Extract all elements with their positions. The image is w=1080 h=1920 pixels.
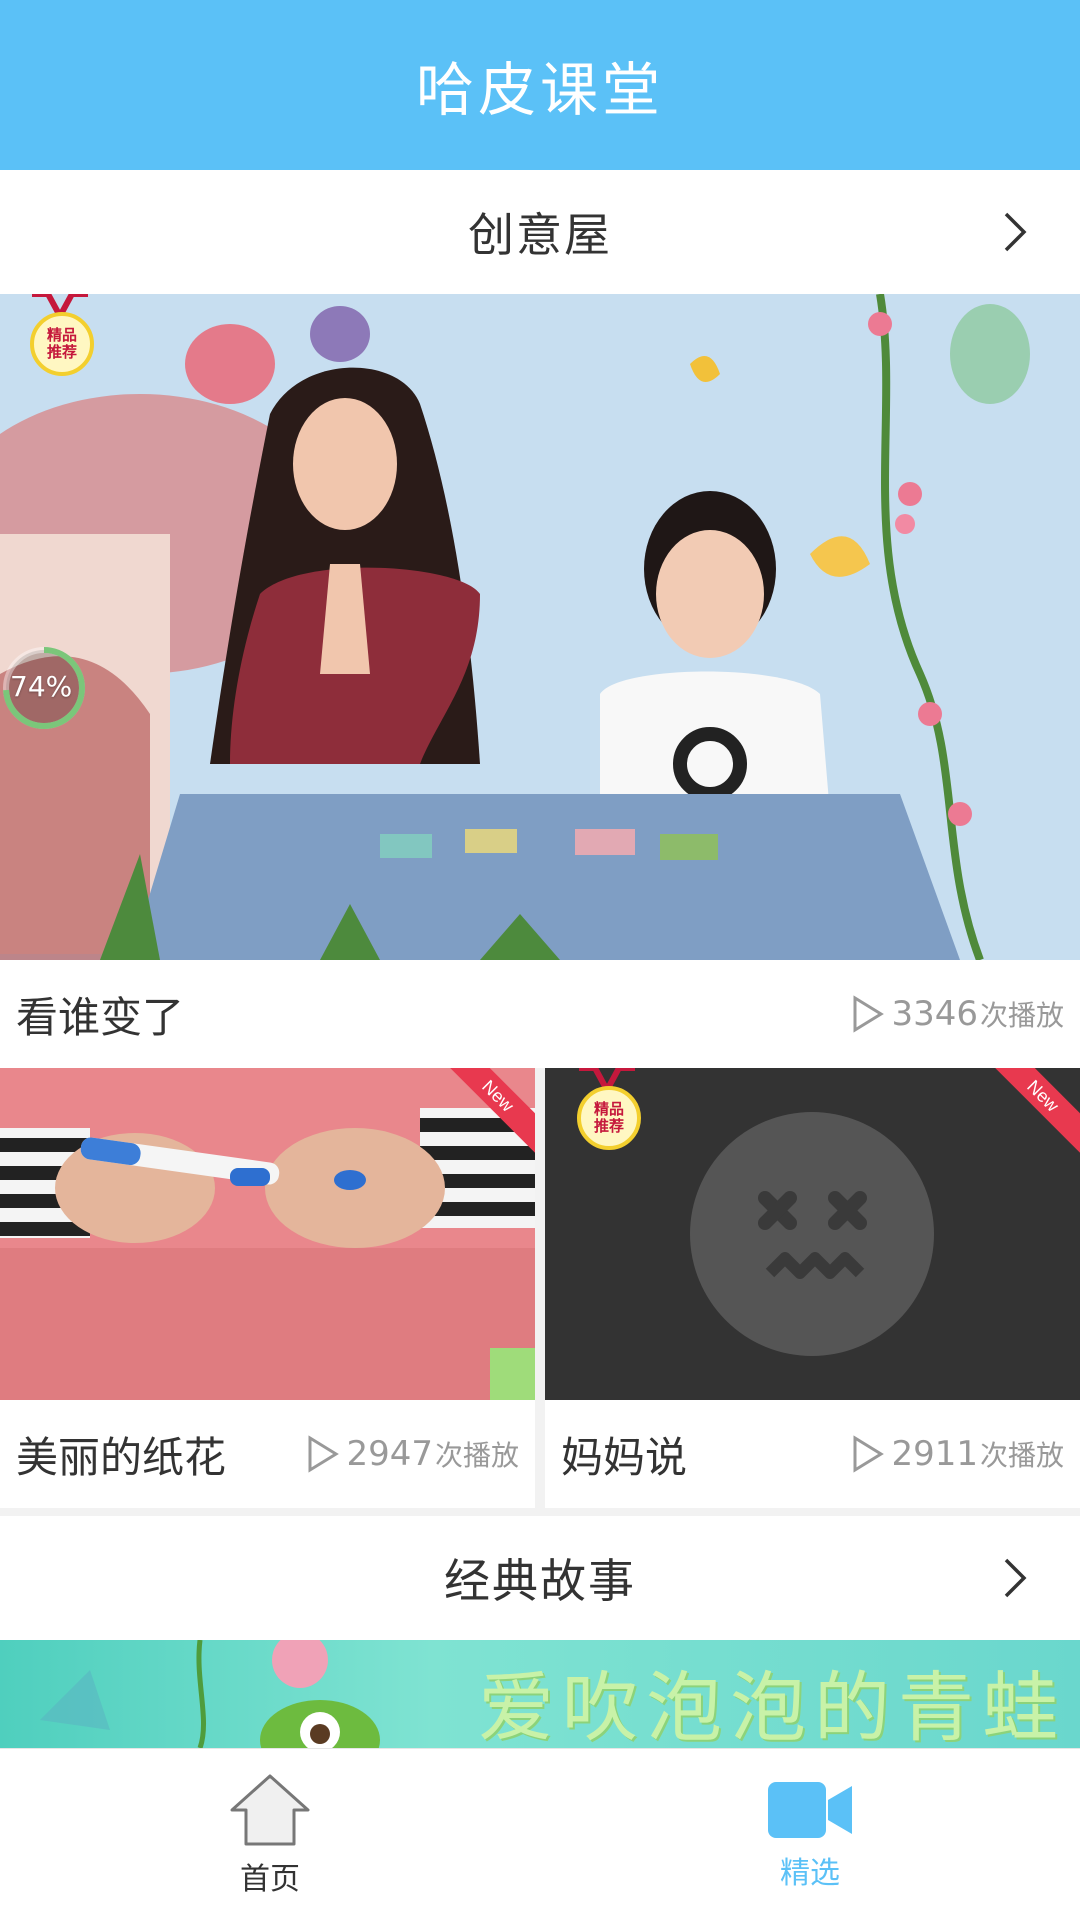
app-root: 哈皮课堂 创意屋 精品 推荐 74% 看谁变了 3346 次播放 New 精品 … <box>0 0 1080 1920</box>
section-title: 经典故事 <box>444 1554 636 1608</box>
video-title: 看谁变了 <box>16 992 185 1042</box>
app-header: 哈皮课堂 <box>0 0 1080 170</box>
bottom-nav: 首页 精选 <box>0 1748 1080 1920</box>
progress-text: 74% <box>10 670 73 703</box>
story-banner[interactable]: 爱吹泡泡的青蛙 <box>0 1640 1080 1748</box>
play-count: 3346 次播放 <box>851 994 1080 1034</box>
play-icon <box>308 1435 340 1473</box>
featured-badge: 精品 推荐 <box>577 1086 641 1150</box>
badge-line-1: 精品 <box>593 1100 624 1118</box>
featured-badge: 精品 推荐 <box>30 312 94 376</box>
card-thumbnail-paper-flower[interactable]: New <box>0 1068 535 1400</box>
card-info-paper-flower[interactable]: 美丽的纸花 2947 次播放 <box>0 1400 535 1508</box>
paper-flower-scene <box>0 1068 535 1400</box>
banner-text: 爱吹泡泡的青蛙 <box>478 1663 1066 1748</box>
video-title: 美丽的纸花 <box>16 1432 227 1482</box>
badge-line-2: 推荐 <box>593 1117 624 1135</box>
card-thumbnail-mama-says[interactable]: 精品 推荐 New <box>545 1068 1080 1400</box>
chevron-right-icon[interactable] <box>992 1556 1036 1600</box>
play-count-unit: 次播放 <box>979 999 1064 1032</box>
card-info-mama-says[interactable]: 妈妈说 2911 次播放 <box>545 1400 1080 1508</box>
section-title: 创意屋 <box>468 208 612 262</box>
nav-label: 首页 <box>240 1861 300 1897</box>
hero-info-row[interactable]: 看谁变了 3346 次播放 <box>0 960 1080 1068</box>
play-count: 2911 次播放 <box>851 1434 1080 1474</box>
nav-featured[interactable]: 精选 <box>540 1749 1080 1920</box>
play-count-number: 2911 <box>891 1434 978 1474</box>
nav-home[interactable]: 首页 <box>0 1749 540 1920</box>
section-header-classic-stories[interactable]: 经典故事 <box>0 1516 1080 1640</box>
badge-line-1: 精品 <box>46 326 77 344</box>
section-header-creative[interactable]: 创意屋 <box>0 170 1080 294</box>
play-icon <box>853 995 885 1033</box>
home-icon <box>230 1774 310 1845</box>
play-icon <box>853 1435 885 1473</box>
play-count-unit: 次播放 <box>979 1439 1064 1472</box>
video-title: 妈妈说 <box>561 1432 688 1482</box>
play-count-number: 3346 <box>891 994 978 1034</box>
video-camera-icon <box>768 1781 852 1838</box>
badge-line-2: 推荐 <box>46 343 77 361</box>
play-count: 2947 次播放 <box>306 1434 535 1474</box>
chevron-right-icon[interactable] <box>992 210 1036 254</box>
play-count-unit: 次播放 <box>434 1439 519 1472</box>
nav-label: 精选 <box>780 1855 840 1891</box>
play-count-number: 2947 <box>346 1434 433 1474</box>
app-title: 哈皮课堂 <box>415 56 664 124</box>
hero-scene-illustration <box>0 294 1080 960</box>
hero-video-thumbnail[interactable]: 精品 推荐 <box>0 294 1080 960</box>
